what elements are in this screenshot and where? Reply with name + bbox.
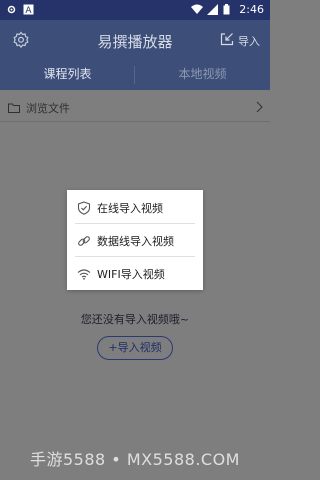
import-menu-dialog: 在线导入视频 数据线导入视频 WIFI导入视频 — [67, 190, 203, 290]
wifi-icon — [191, 4, 204, 15]
settings-notification-icon — [6, 4, 17, 15]
folder-icon — [8, 103, 20, 113]
battery-icon — [223, 4, 234, 15]
wifi-icon — [77, 267, 91, 281]
status-bar: A 2:46 — [0, 0, 270, 20]
tab-course-list[interactable]: 课程列表 — [0, 60, 135, 90]
menu-item-cable-import[interactable]: 数据线导入视频 — [67, 224, 203, 257]
menu-item-label: WIFI导入视频 — [97, 267, 165, 281]
shield-check-icon — [77, 200, 91, 215]
divider — [0, 121, 270, 122]
svg-text:A: A — [25, 6, 32, 15]
tab-bar: 课程列表 本地视频 — [0, 60, 270, 90]
watermark: 手游5588 • MX5588.COM — [30, 450, 240, 469]
menu-item-wifi-import[interactable]: WIFI导入视频 — [67, 257, 203, 290]
app-bar: 易撰播放器 导入 — [0, 20, 270, 60]
status-time: 2:46 — [239, 3, 264, 16]
import-button[interactable]: 导入 — [220, 32, 260, 49]
chevron-right-icon — [254, 101, 264, 113]
link-icon — [77, 234, 91, 248]
font-notification-icon: A — [23, 4, 34, 16]
browse-files-row[interactable]: 浏览文件 — [0, 96, 270, 120]
tab-local-videos[interactable]: 本地视频 — [135, 60, 270, 90]
tab-divider — [134, 66, 135, 84]
browse-files-label: 浏览文件 — [26, 102, 70, 115]
empty-state-message: 您还没有导入视频哦~ — [80, 313, 190, 326]
import-video-button[interactable]: +导入视频 — [97, 336, 173, 360]
menu-item-label: 在线导入视频 — [97, 201, 163, 215]
menu-item-label: 数据线导入视频 — [97, 234, 174, 248]
import-label: 导入 — [238, 34, 260, 48]
cellular-signal-icon — [207, 4, 219, 15]
menu-item-online-import[interactable]: 在线导入视频 — [67, 191, 203, 224]
import-icon — [220, 32, 234, 49]
